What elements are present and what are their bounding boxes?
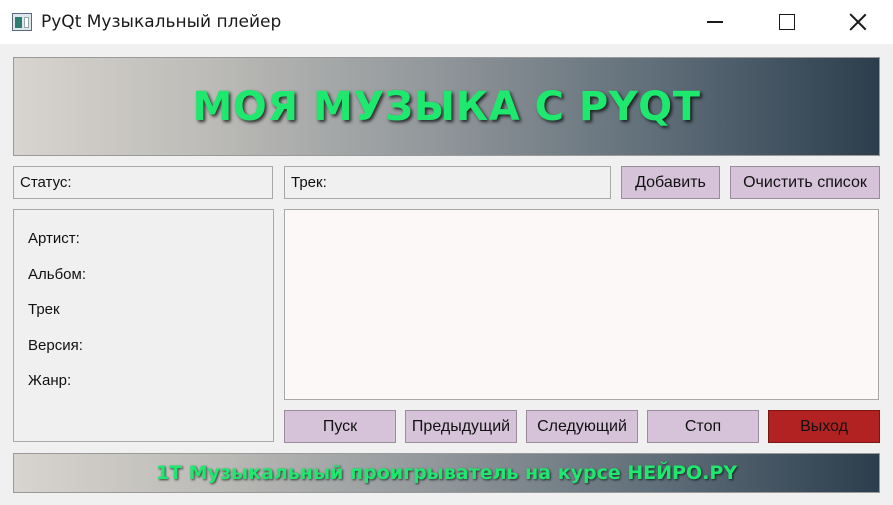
- app-icon: [12, 13, 32, 31]
- exit-button[interactable]: Выход: [768, 410, 880, 443]
- clear-list-button[interactable]: Очистить список: [730, 166, 880, 199]
- album-label: Альбом:: [28, 266, 86, 283]
- close-icon: [849, 13, 867, 31]
- next-button[interactable]: Следующий: [526, 410, 638, 443]
- title-bar: PyQt Музыкальный плейер: [0, 0, 893, 44]
- play-button[interactable]: Пуск: [284, 410, 396, 443]
- add-button[interactable]: Добавить: [621, 166, 720, 199]
- version-label: Версия:: [28, 337, 83, 354]
- footer-text: 1Т Музыкальный проигрыватель на курсе НЕ…: [155, 462, 738, 484]
- maximize-button[interactable]: [764, 0, 810, 44]
- previous-button[interactable]: Предыдущий: [405, 410, 517, 443]
- header-banner: МОЯ МУЗЫКА С PYQT: [13, 57, 880, 156]
- window-title: PyQt Музыкальный плейер: [41, 12, 282, 32]
- maximize-icon: [779, 14, 795, 30]
- minimize-button[interactable]: [692, 0, 738, 44]
- banner-title: МОЯ МУЗЫКА С PYQT: [192, 83, 701, 130]
- playlist-list[interactable]: [284, 209, 879, 400]
- track-label: Трек:: [284, 166, 611, 199]
- close-button[interactable]: [835, 0, 881, 44]
- artist-label: Артист:: [28, 230, 80, 247]
- track-info-label: Трек: [28, 301, 60, 318]
- stop-button[interactable]: Стоп: [647, 410, 759, 443]
- minimize-icon: [707, 21, 723, 23]
- status-label: Статус:: [13, 166, 273, 199]
- footer-banner: 1Т Музыкальный проигрыватель на курсе НЕ…: [13, 453, 880, 493]
- track-info-panel: Артист: Альбом: Трек Версия: Жанр:: [13, 209, 274, 442]
- genre-label: Жанр:: [28, 372, 72, 389]
